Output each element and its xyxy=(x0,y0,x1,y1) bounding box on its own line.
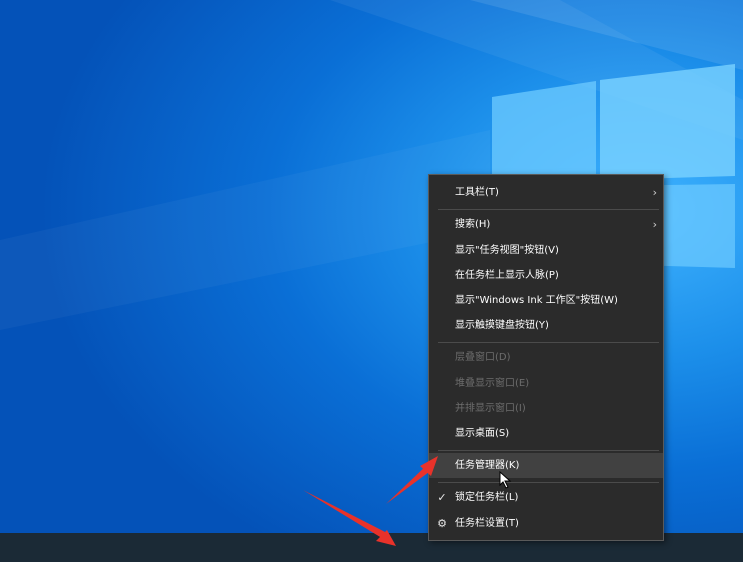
taskbar-context-menu: 工具栏(T) › 搜索(H) › 显示"任务视图"按钮(V) 在任务栏上显示人脉… xyxy=(428,174,664,541)
chevron-right-icon: › xyxy=(652,186,657,199)
menu-item-label: 显示桌面(S) xyxy=(455,428,510,439)
menu-separator xyxy=(438,450,659,451)
checkmark-icon: ✓ xyxy=(437,491,447,504)
menu-item-toolbars[interactable]: 工具栏(T) › xyxy=(429,180,663,205)
menu-item-label: 并排显示窗口(I) xyxy=(455,403,526,414)
menu-item-task-manager[interactable]: 任务管理器(K) xyxy=(429,453,663,478)
gear-icon: ⚙ xyxy=(437,517,447,530)
menu-item-label: 在任务栏上显示人脉(P) xyxy=(455,270,559,281)
chevron-right-icon: › xyxy=(652,218,657,231)
menu-item-label: 显示"Windows Ink 工作区"按钮(W) xyxy=(455,295,618,306)
menu-item-show-windows-ink[interactable]: 显示"Windows Ink 工作区"按钮(W) xyxy=(429,288,663,313)
menu-item-taskbar-settings[interactable]: ⚙ 任务栏设置(T) xyxy=(429,511,663,536)
menu-item-label: 层叠窗口(D) xyxy=(455,352,511,363)
menu-item-label: 显示"任务视图"按钮(V) xyxy=(455,245,559,256)
menu-item-label: 任务栏设置(T) xyxy=(455,518,519,529)
menu-item-label: 锁定任务栏(L) xyxy=(455,492,519,503)
menu-item-stack-windows: 堆叠显示窗口(E) xyxy=(429,371,663,396)
menu-item-side-by-side-windows: 并排显示窗口(I) xyxy=(429,396,663,421)
menu-item-label: 任务管理器(K) xyxy=(455,460,520,471)
menu-separator xyxy=(438,342,659,343)
menu-item-show-desktop[interactable]: 显示桌面(S) xyxy=(429,421,663,446)
menu-item-lock-taskbar[interactable]: ✓ 锁定任务栏(L) xyxy=(429,485,663,510)
menu-item-show-people[interactable]: 在任务栏上显示人脉(P) xyxy=(429,263,663,288)
mouse-pointer-icon xyxy=(499,471,512,489)
menu-item-show-task-view[interactable]: 显示"任务视图"按钮(V) xyxy=(429,238,663,263)
menu-separator xyxy=(438,482,659,483)
menu-item-cascade-windows: 层叠窗口(D) xyxy=(429,345,663,370)
menu-item-show-touch-keyboard[interactable]: 显示触摸键盘按钮(Y) xyxy=(429,313,663,338)
menu-item-search[interactable]: 搜索(H) › xyxy=(429,212,663,237)
menu-separator xyxy=(438,209,659,210)
menu-item-label: 工具栏(T) xyxy=(455,187,499,198)
menu-item-label: 搜索(H) xyxy=(455,219,491,230)
menu-item-label: 堆叠显示窗口(E) xyxy=(455,378,530,389)
menu-item-label: 显示触摸键盘按钮(Y) xyxy=(455,320,549,331)
